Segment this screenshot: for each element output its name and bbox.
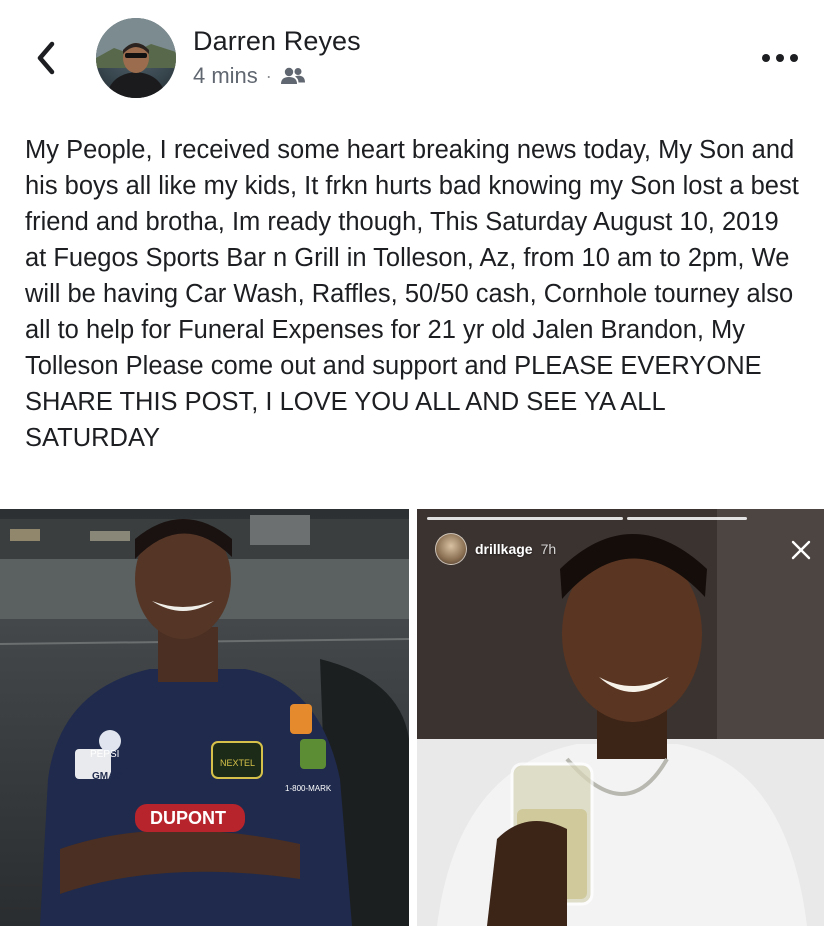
photo-image-left: PEPSI GMAC NEXTEL 1-800-MARK DUPONT — [0, 509, 409, 926]
more-options-button[interactable] — [757, 46, 803, 70]
story-avatar[interactable] — [435, 533, 467, 565]
more-horizontal-icon — [762, 54, 798, 62]
story-progress-bar — [427, 517, 623, 520]
shirt-text-phone: 1-800-MARK — [285, 784, 332, 793]
post-header: Darren Reyes 4 mins · — [0, 0, 824, 118]
photo-image-right — [417, 509, 824, 926]
author-avatar[interactable] — [96, 18, 176, 98]
shirt-text-pepsi: PEPSI — [90, 749, 119, 760]
story-time: 7h — [540, 541, 557, 557]
shirt-text-nextel: NEXTEL — [220, 758, 255, 768]
close-icon — [791, 540, 811, 560]
story-user[interactable]: drillkage 7h — [435, 533, 556, 565]
story-progress-bar — [627, 517, 747, 520]
facebook-post-view: Darren Reyes 4 mins · My People, I recei… — [0, 0, 824, 926]
avatar-image — [96, 18, 176, 98]
story-username[interactable]: drillkage — [475, 541, 533, 557]
post-time[interactable]: 4 mins — [193, 63, 258, 89]
author-name[interactable]: Darren Reyes — [193, 26, 361, 57]
story-close-button[interactable] — [790, 539, 812, 561]
post-photo-right[interactable]: drillkage 7h — [417, 509, 824, 926]
shirt-text-dupont: DUPONT — [150, 808, 226, 828]
meta-separator: · — [265, 65, 272, 86]
friends-icon[interactable] — [280, 66, 306, 86]
chevron-left-icon — [37, 41, 55, 75]
post-meta: 4 mins · — [193, 62, 306, 90]
back-button[interactable] — [30, 38, 66, 78]
shirt-text-gmac: GMAC — [92, 771, 123, 782]
post-text: My People, I received some heart breakin… — [25, 136, 799, 452]
post-photo-left[interactable]: PEPSI GMAC NEXTEL 1-800-MARK DUPONT — [0, 509, 409, 926]
